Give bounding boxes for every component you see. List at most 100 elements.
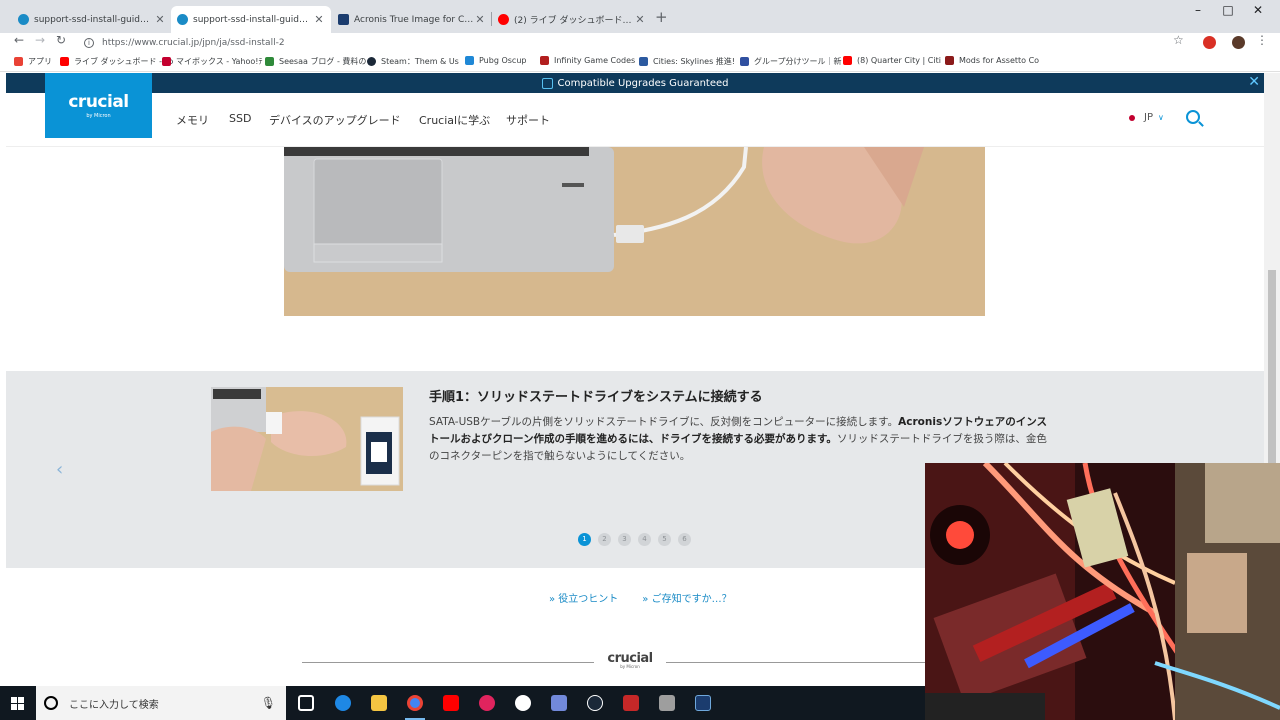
page-dot-3[interactable]: 3: [618, 533, 631, 546]
bookmark-label: (8) Quarter City | Citi: [857, 56, 941, 65]
banner-text: Compatible Upgrades Guaranteed: [557, 77, 729, 89]
page-dot-2[interactable]: 2: [598, 533, 611, 546]
steam-alt-icon[interactable]: [515, 695, 531, 711]
webcam-overlay: [925, 463, 1280, 720]
region-label: JP: [1144, 112, 1153, 123]
pubg-icon: [465, 56, 474, 65]
bookmark-item[interactable]: ライブ ダッシュボード - Yo: [60, 56, 173, 67]
bookmark-label: アプリ: [28, 57, 52, 66]
extension-icon[interactable]: [1203, 36, 1216, 49]
forward-arrow-icon[interactable]: →: [35, 33, 45, 47]
footer-crucial-logo: crucial by Micron: [594, 651, 666, 675]
address-bar[interactable]: i https://www.crucial.jp/jpn/ja/ssd-inst…: [78, 34, 1196, 51]
maximize-button[interactable]: □: [1213, 3, 1243, 17]
store-icon[interactable]: [659, 695, 675, 711]
crucial-logo[interactable]: crucial by Micron: [45, 73, 152, 138]
close-tab-icon[interactable]: ✕: [474, 13, 486, 26]
lips-app-icon[interactable]: [479, 695, 495, 711]
nav-device-upgrade[interactable]: デバイスのアップグレード: [269, 112, 401, 128]
close-icon[interactable]: ✕: [1248, 74, 1260, 90]
steam-icon[interactable]: [587, 695, 603, 711]
search-icon[interactable]: [1186, 110, 1200, 124]
menu-dots-icon[interactable]: ⋮: [1256, 33, 1268, 47]
cortana-icon[interactable]: [44, 696, 58, 710]
bookmarks-bar: アプリ ライブ ダッシュボード - Yo マイボックス - Yahoo!ﾃ Se…: [0, 52, 1280, 72]
bookmark-item[interactable]: Pubg Oscup: [465, 56, 526, 65]
browser-tab[interactable]: support-ssd-install-guide-2 | Jap ✕: [12, 6, 172, 33]
japan-flag-icon: [1129, 114, 1135, 121]
compatibility-icon: [541, 77, 553, 89]
acronis-icon[interactable]: [695, 695, 711, 711]
nav-ssd[interactable]: SSD: [229, 112, 251, 125]
assetto-mods-icon: [945, 56, 954, 65]
nav-learn[interactable]: Crucialに学ぶ: [419, 112, 490, 128]
browser-tab[interactable]: Acronis True Image for Crucial ✕: [332, 6, 492, 33]
useful-tips-link[interactable]: » 役立つヒント: [549, 594, 618, 605]
close-window-button[interactable]: ✕: [1243, 3, 1273, 17]
bookmark-item[interactable]: Mods for Assetto Co: [945, 56, 1039, 65]
carousel-pagination: 1 2 3 4 5 6: [578, 533, 698, 546]
nav-support[interactable]: サポート: [506, 112, 550, 128]
bookmark-item[interactable]: Seesaa ブログ - 費料の: [265, 56, 366, 67]
group-tool-icon: [740, 57, 749, 66]
close-tab-icon[interactable]: ✕: [154, 13, 166, 26]
bookmark-item[interactable]: Cities: Skylines 推進!: [639, 56, 735, 67]
back-arrow-icon[interactable]: ←: [14, 33, 24, 47]
bookmark-label: Mods for Assetto Co: [959, 56, 1040, 65]
bookmark-label: Seesaa ブログ - 費料の: [279, 57, 367, 66]
url-text: https://www.crucial.jp/jpn/ja/ssd-instal…: [102, 37, 285, 48]
browser-tab[interactable]: (2) ライブ ダッシュボード - YouTube ✕: [492, 6, 652, 33]
bookmark-apps[interactable]: アプリ: [14, 56, 52, 67]
youtube-favicon-icon: [498, 14, 509, 25]
infinity-icon: [540, 56, 549, 65]
bookmark-label: Cities: Skylines 推進!: [653, 57, 736, 66]
task-view-icon[interactable]: [298, 695, 314, 711]
chrome-icon[interactable]: [407, 695, 423, 711]
apps-grid-icon: [14, 57, 23, 66]
seesaa-icon: [265, 57, 274, 66]
bookmark-item[interactable]: Steam：Them & Us: [367, 56, 459, 67]
discord-icon[interactable]: [551, 695, 567, 711]
steam-icon: [367, 57, 376, 66]
footer-logo-subtext: by Micron: [620, 664, 640, 669]
windows-start-icon[interactable]: [11, 697, 24, 710]
minimize-button[interactable]: –: [1183, 3, 1213, 17]
file-explorer-icon[interactable]: [371, 695, 387, 711]
tab-title: support-ssd-install-guide-2 | Jap: [193, 14, 313, 25]
scrollbar-thumb[interactable]: [1268, 270, 1276, 470]
page-dot-6[interactable]: 6: [678, 533, 691, 546]
bookmark-star-icon[interactable]: ☆: [1173, 33, 1184, 47]
site-header: メモリ SSD デバイスのアップグレード Crucialに学ぶ サポート JP …: [6, 93, 1264, 147]
page-dot-5[interactable]: 5: [658, 533, 671, 546]
edge-icon[interactable]: [335, 695, 351, 711]
nav-memory[interactable]: メモリ: [176, 112, 209, 128]
reload-icon[interactable]: ↻: [56, 33, 66, 47]
footer-links: » 役立つヒント » ご存知ですか…？: [549, 590, 756, 605]
close-tab-icon[interactable]: ✕: [634, 13, 646, 26]
profile-avatar-icon[interactable]: [1232, 36, 1245, 49]
microphone-icon[interactable]: 🎙: [261, 696, 276, 710]
bookmark-item[interactable]: マイボックス - Yahoo!ﾃ: [162, 56, 263, 67]
acronis-alt-icon[interactable]: [623, 695, 639, 711]
bookmark-item[interactable]: (8) Quarter City | Citi: [843, 56, 941, 65]
page-dot-1[interactable]: 1: [578, 533, 591, 546]
taskbar-search-placeholder: ここに入力して検索: [69, 699, 159, 711]
step-text-1: SATA-USBケーブルの片側をソリッドステートドライブに、反対側をコンピュータ…: [429, 416, 899, 428]
tab-title: Acronis True Image for Crucial: [354, 14, 474, 25]
bookmark-label: Infinity Game Codes: [554, 56, 636, 65]
ssd-connection-illustration: [211, 387, 403, 491]
new-tab-button[interactable]: +: [655, 8, 668, 26]
site-info-icon[interactable]: i: [84, 37, 94, 48]
browser-tab-active[interactable]: support-ssd-install-guide-2 | Jap ✕: [171, 6, 331, 33]
did-you-know-link[interactable]: » ご存知ですか…？: [642, 594, 731, 605]
bookmark-item[interactable]: グループ分けツール｜新: [740, 56, 842, 67]
carousel-prev-icon[interactable]: ‹: [56, 459, 63, 480]
youtube-icon[interactable]: [443, 695, 459, 711]
bookmark-item[interactable]: Infinity Game Codes: [540, 56, 635, 65]
close-tab-icon[interactable]: ✕: [313, 13, 325, 26]
region-selector[interactable]: JP ∨: [1129, 112, 1164, 123]
logo-subtext: by Micron: [86, 113, 111, 119]
page-dot-4[interactable]: 4: [638, 533, 651, 546]
taskbar-search-box[interactable]: ここに入力して検索 🎙: [36, 686, 286, 720]
logo-text: crucial: [68, 92, 129, 112]
